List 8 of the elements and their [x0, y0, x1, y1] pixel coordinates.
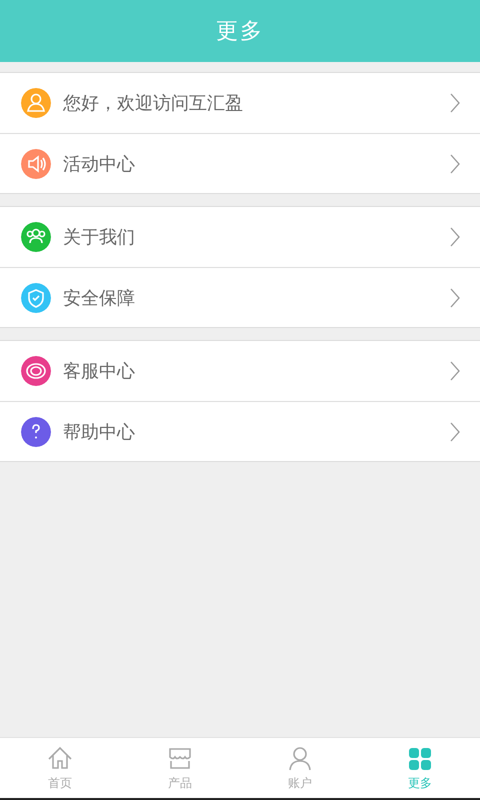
chevron-icon: [450, 422, 460, 442]
chevron-icon: [450, 288, 460, 308]
chevron-icon: [450, 361, 460, 381]
chevron-icon: [450, 227, 460, 247]
user-icon: [286, 744, 314, 772]
chevron-icon: [450, 93, 460, 113]
chevron-icon: [450, 154, 460, 174]
page-title: 更多: [216, 18, 264, 46]
